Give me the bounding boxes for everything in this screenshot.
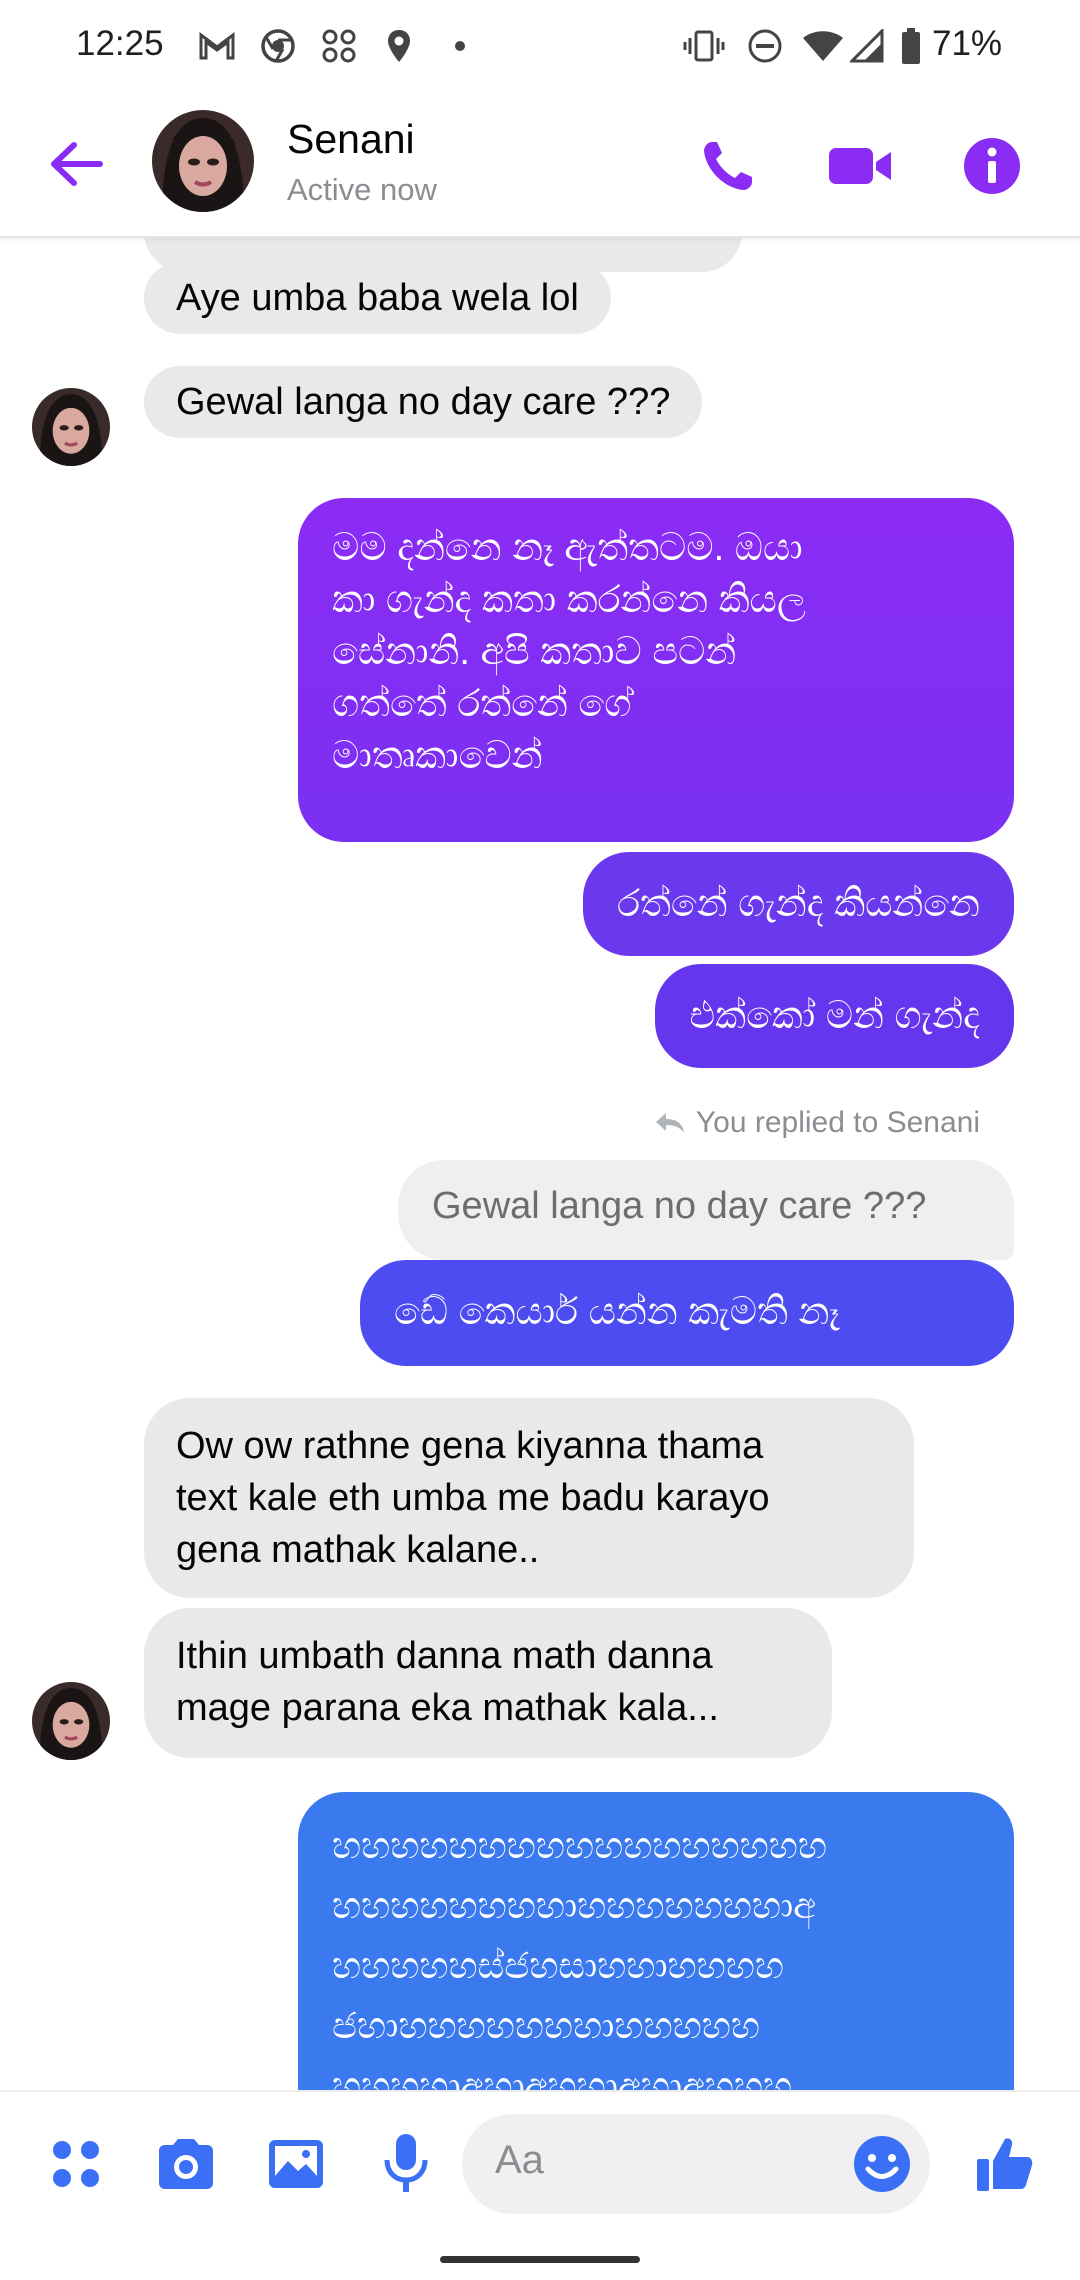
emoji-button[interactable] xyxy=(848,2130,916,2198)
message-text-line: මාතෘකාවෙන් xyxy=(332,735,543,777)
contact-name[interactable]: Senani xyxy=(287,116,415,163)
contact-status: Active now xyxy=(287,172,437,207)
message-text-line: හහහහහස්ජහසාහහාහහහහ xyxy=(332,1945,785,1986)
back-button[interactable] xyxy=(40,128,112,200)
incoming-message[interactable]: Ow ow rathne gena kiyanna thama text kal… xyxy=(144,1398,914,1598)
message-text-line: ජහාහහහහහහහාහහහහහ xyxy=(332,2005,760,2046)
more-actions-button[interactable] xyxy=(42,2130,110,2198)
message-text-line: මම දන්නෙ නෑ ඇත්තටම. ඔයා xyxy=(332,527,803,569)
message-text-line: හහහහහහහහහහහහහහහහහ xyxy=(332,1825,828,1866)
message-text: එක්කෝ මන් ගැන්ද xyxy=(689,995,980,1037)
conversation-header: Senani Active now xyxy=(0,90,1080,238)
message-text-line: text kale eth umba me badu karayo xyxy=(176,1477,770,1519)
vibrate-icon xyxy=(682,26,726,66)
dot-icon xyxy=(448,26,472,66)
gallery-icon xyxy=(269,2140,323,2188)
message-text-line: Ithin umbath danna math danna xyxy=(176,1635,713,1677)
message-text: Aye umba baba wela lol xyxy=(176,277,579,319)
app-grid-icon xyxy=(318,26,360,66)
like-button[interactable] xyxy=(970,2130,1038,2198)
mic-icon xyxy=(384,2134,428,2192)
outgoing-message[interactable]: එක්කෝ මන් ගැන්ද xyxy=(655,964,1014,1068)
chrome-icon xyxy=(258,26,298,66)
quoted-message-text: Gewal langa no day care ??? xyxy=(432,1185,927,1227)
reply-arrow-icon xyxy=(655,1113,684,1133)
message-text-line: හහහහහහහහාහහහහහහහාඅ xyxy=(332,1885,816,1926)
status-bar: 12:25 71% xyxy=(0,0,1080,90)
outgoing-message[interactable]: හහහහහහහහහහහහහහහහහ හහහහහහහහාහහහහහහහාඅ හහහ… xyxy=(298,1792,1014,2090)
message-text: රත්නේ ගැන්ද කියන්නෙ xyxy=(617,883,980,925)
emoji-icon xyxy=(854,2136,910,2192)
camera-icon xyxy=(159,2139,213,2189)
message-input-placeholder: Aa xyxy=(495,2138,544,2182)
quoted-message[interactable]: Gewal langa no day care ??? xyxy=(398,1160,1014,1260)
incoming-message[interactable]: Ithin umbath danna math danna mage paran… xyxy=(144,1608,832,1758)
incoming-message[interactable]: Gewal langa no day care ??? xyxy=(144,366,703,438)
sender-avatar[interactable] xyxy=(32,388,110,466)
message-text-line: හහහහාඅහාඅහහාඅහාඅහහහ xyxy=(332,2065,793,2090)
conversation-info-button[interactable] xyxy=(956,130,1028,202)
outgoing-message[interactable]: ඩේ කෙයාර් යන්න කැමති නෑ xyxy=(360,1260,1014,1366)
location-icon xyxy=(382,26,416,66)
message-text-line: gena mathak kalane.. xyxy=(176,1529,540,1571)
message-text-line: mage parana eka mathak kala... xyxy=(176,1687,719,1729)
sender-avatar[interactable] xyxy=(32,1682,110,1760)
incoming-message[interactable]: Aye umba baba wela lol xyxy=(144,262,611,334)
message-text-line: කා ගැන්ද කතා කරන්නෙ කියල xyxy=(332,579,806,621)
message-text: ඩේ කෙයාර් යන්න කැමති නෑ xyxy=(394,1291,840,1333)
contact-avatar[interactable] xyxy=(152,110,254,212)
home-indicator[interactable] xyxy=(440,2256,640,2263)
message-list[interactable]: Aye umba baba wela lol Gewal langa no da… xyxy=(0,238,1080,2090)
gallery-button[interactable] xyxy=(262,2130,330,2198)
battery-icon xyxy=(898,26,924,66)
message-text: Gewal langa no day care ??? xyxy=(176,381,671,423)
dnd-icon xyxy=(745,26,785,66)
reply-indicator: You replied to Senani xyxy=(654,1106,980,1140)
like-icon xyxy=(977,2138,1033,2191)
phone-icon xyxy=(704,142,752,190)
message-composer: Aa xyxy=(0,2090,1080,2230)
camera-button[interactable] xyxy=(152,2130,220,2198)
video-camera-icon xyxy=(829,148,891,184)
gmail-icon xyxy=(196,26,238,66)
back-arrow-icon xyxy=(51,142,103,186)
reply-indicator-text: You replied to Senani xyxy=(695,1106,980,1139)
outgoing-message[interactable]: මම දන්නෙ නෑ ඇත්තටම. ඔයා කා ගැන්ද කතා කරන… xyxy=(298,498,1014,842)
info-icon xyxy=(964,138,1020,194)
battery-percentage: 71% xyxy=(932,24,1003,63)
message-text-line: සේනානි. අපි කතාව පටන් xyxy=(332,631,737,673)
outgoing-message[interactable]: රත්නේ ගැන්ද කියන්නෙ xyxy=(583,852,1014,956)
menu-grid-icon xyxy=(53,2141,99,2187)
message-text-line: Ow ow rathne gena kiyanna thama xyxy=(176,1425,764,1467)
status-time: 12:25 xyxy=(76,24,164,63)
message-text-line: ගත්තේ රත්නේ ගේ xyxy=(332,683,632,725)
wifi-icon xyxy=(800,26,846,66)
voice-call-button[interactable] xyxy=(692,130,764,202)
voice-message-button[interactable] xyxy=(372,2130,440,2198)
signal-icon xyxy=(848,26,886,66)
video-call-button[interactable] xyxy=(824,130,896,202)
